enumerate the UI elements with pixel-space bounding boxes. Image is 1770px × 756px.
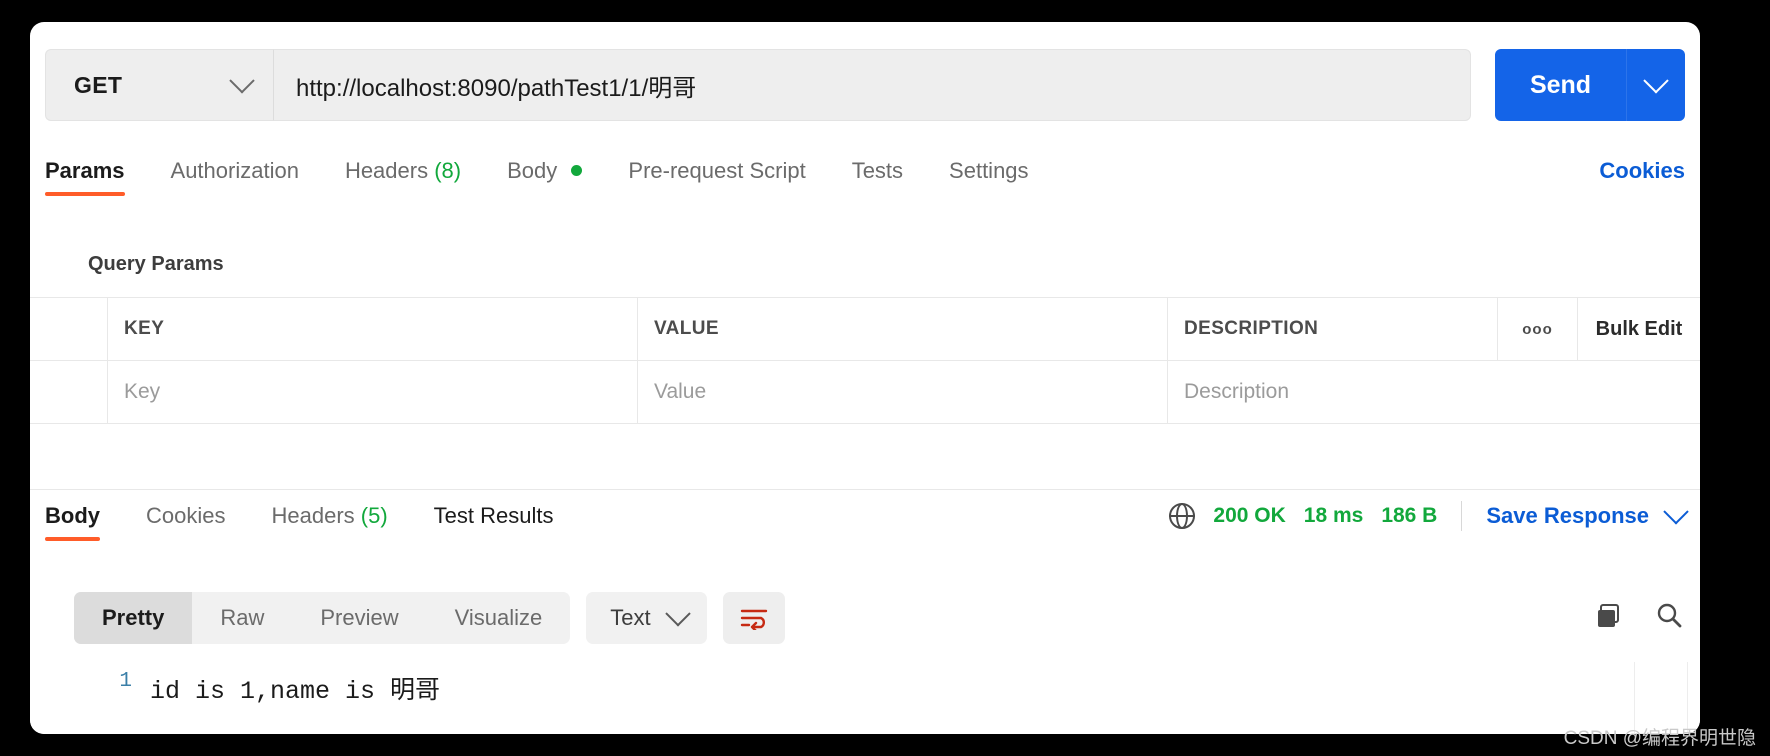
watermark: CSDN @编程界明世隐: [1564, 723, 1756, 750]
chevron-down-icon: [669, 609, 687, 627]
request-tabs: Params Authorization Headers (8) Body Pr…: [45, 154, 1685, 210]
response-tab-cookies-label: Cookies: [146, 503, 225, 528]
row-description-placeholder: Description: [1184, 380, 1289, 404]
row-key-input[interactable]: Key: [108, 361, 638, 423]
header-description-label: DESCRIPTION: [1184, 318, 1318, 340]
code-line: 1 id is 1,name is 明哥: [30, 662, 1700, 706]
header-key-label: KEY: [124, 318, 164, 340]
bulk-edit-label: Bulk Edit: [1596, 318, 1683, 341]
screenshot-root: GET http://localhost:8090/pathTest1/1/明哥…: [0, 0, 1770, 756]
save-response-button[interactable]: Save Response: [1486, 503, 1649, 529]
tab-body-label: Body: [507, 158, 557, 183]
row-value-input[interactable]: Value: [638, 361, 1168, 423]
view-mode-visualize[interactable]: Visualize: [427, 592, 571, 644]
wrap-text-icon: [739, 606, 769, 630]
copy-icon: [1594, 601, 1624, 631]
body-modified-dot-icon: [571, 165, 582, 176]
bulk-edit-button[interactable]: Bulk Edit: [1578, 298, 1700, 360]
line-number: 1: [30, 670, 150, 693]
status-divider: [1461, 501, 1462, 531]
wrap-text-button[interactable]: [723, 592, 785, 644]
tab-params-label: Params: [45, 158, 125, 183]
copy-button[interactable]: [1594, 601, 1624, 636]
tab-authorization-label: Authorization: [171, 158, 299, 183]
response-status-bar: 200 OK 18 ms 186 B Save Response: [1169, 499, 1685, 531]
more-options-icon: ooo: [1522, 321, 1553, 338]
response-tab-headers[interactable]: Headers (5): [271, 499, 387, 545]
url-input-value: http://localhost:8090/pathTest1/1/明哥: [296, 68, 696, 103]
tab-authorization[interactable]: Authorization: [171, 154, 299, 200]
http-method-label: GET: [74, 72, 122, 99]
url-bar-row: GET http://localhost:8090/pathTest1/1/明哥…: [45, 49, 1685, 121]
row-description-input[interactable]: Description: [1168, 361, 1700, 423]
header-checkbox-cell: [30, 298, 108, 360]
tab-pre-request-script-label: Pre-request Script: [628, 158, 805, 183]
table-row: Key Value Description: [30, 361, 1700, 423]
table-options-button[interactable]: ooo: [1498, 298, 1578, 360]
chevron-down-icon: [1647, 76, 1665, 94]
send-button[interactable]: Send: [1495, 49, 1627, 121]
header-key-cell: KEY: [108, 298, 638, 360]
view-mode-pretty[interactable]: Pretty: [74, 592, 192, 644]
header-value-label: VALUE: [654, 318, 719, 340]
response-body-viewer[interactable]: 1 id is 1,name is 明哥: [30, 662, 1700, 734]
globe-icon: [1169, 503, 1195, 529]
row-key-placeholder: Key: [124, 380, 160, 404]
response-view-mode-group: Pretty Raw Preview Visualize: [74, 592, 570, 644]
tab-params[interactable]: Params: [45, 154, 125, 200]
send-options-button[interactable]: [1627, 49, 1685, 121]
tab-body[interactable]: Body: [507, 154, 582, 200]
chevron-down-icon: [233, 76, 251, 94]
header-description-cell: DESCRIPTION: [1168, 298, 1498, 360]
response-tab-headers-label: Headers: [271, 503, 354, 528]
search-button[interactable]: [1654, 601, 1684, 636]
response-tab-test-results[interactable]: Test Results: [434, 499, 554, 545]
response-section-divider: [30, 489, 1700, 490]
row-value-placeholder: Value: [654, 380, 706, 404]
search-icon: [1654, 601, 1684, 631]
response-format-selector[interactable]: Text: [586, 592, 706, 644]
tab-settings-label: Settings: [949, 158, 1029, 183]
http-method-selector[interactable]: GET: [45, 49, 273, 121]
cookies-link[interactable]: Cookies: [1599, 154, 1685, 184]
tab-tests-label: Tests: [852, 158, 903, 183]
save-response-chevron-down-icon[interactable]: [1667, 507, 1685, 525]
response-time: 18 ms: [1304, 504, 1364, 528]
response-tabs: Body Cookies Headers (5) Test Results 20…: [45, 499, 1685, 555]
tab-pre-request-script[interactable]: Pre-request Script: [628, 154, 805, 200]
response-body-text: id is 1,name is 明哥: [150, 670, 440, 706]
tab-headers[interactable]: Headers (8): [345, 154, 461, 200]
query-params-title: Query Params: [88, 253, 224, 276]
response-tab-body[interactable]: Body: [45, 499, 100, 545]
row-checkbox-cell[interactable]: [30, 361, 108, 423]
view-mode-preview[interactable]: Preview: [292, 592, 426, 644]
url-input[interactable]: http://localhost:8090/pathTest1/1/明哥: [273, 49, 1471, 121]
table-header-row: KEY VALUE DESCRIPTION ooo Bulk Edit: [30, 298, 1700, 361]
response-body-actions: [1594, 601, 1684, 636]
view-mode-raw[interactable]: Raw: [192, 592, 292, 644]
status-code: 200 OK: [1213, 504, 1285, 528]
response-tab-cookies[interactable]: Cookies: [146, 499, 225, 545]
postman-request-card: GET http://localhost:8090/pathTest1/1/明哥…: [30, 22, 1700, 734]
tab-headers-label: Headers: [345, 158, 428, 183]
header-value-cell: VALUE: [638, 298, 1168, 360]
query-params-table: KEY VALUE DESCRIPTION ooo Bulk Edit K: [30, 297, 1700, 424]
tab-tests[interactable]: Tests: [852, 154, 903, 200]
tab-settings[interactable]: Settings: [949, 154, 1029, 200]
response-body-toolbar: Pretty Raw Preview Visualize Text: [74, 587, 1684, 649]
response-format-label: Text: [610, 605, 650, 631]
response-tab-headers-count: (5): [361, 503, 388, 528]
tab-headers-count: (8): [434, 158, 461, 183]
response-size: 186 B: [1381, 504, 1437, 528]
response-tab-test-results-label: Test Results: [434, 503, 554, 528]
response-tab-body-label: Body: [45, 503, 100, 528]
send-button-group[interactable]: Send: [1495, 49, 1685, 121]
